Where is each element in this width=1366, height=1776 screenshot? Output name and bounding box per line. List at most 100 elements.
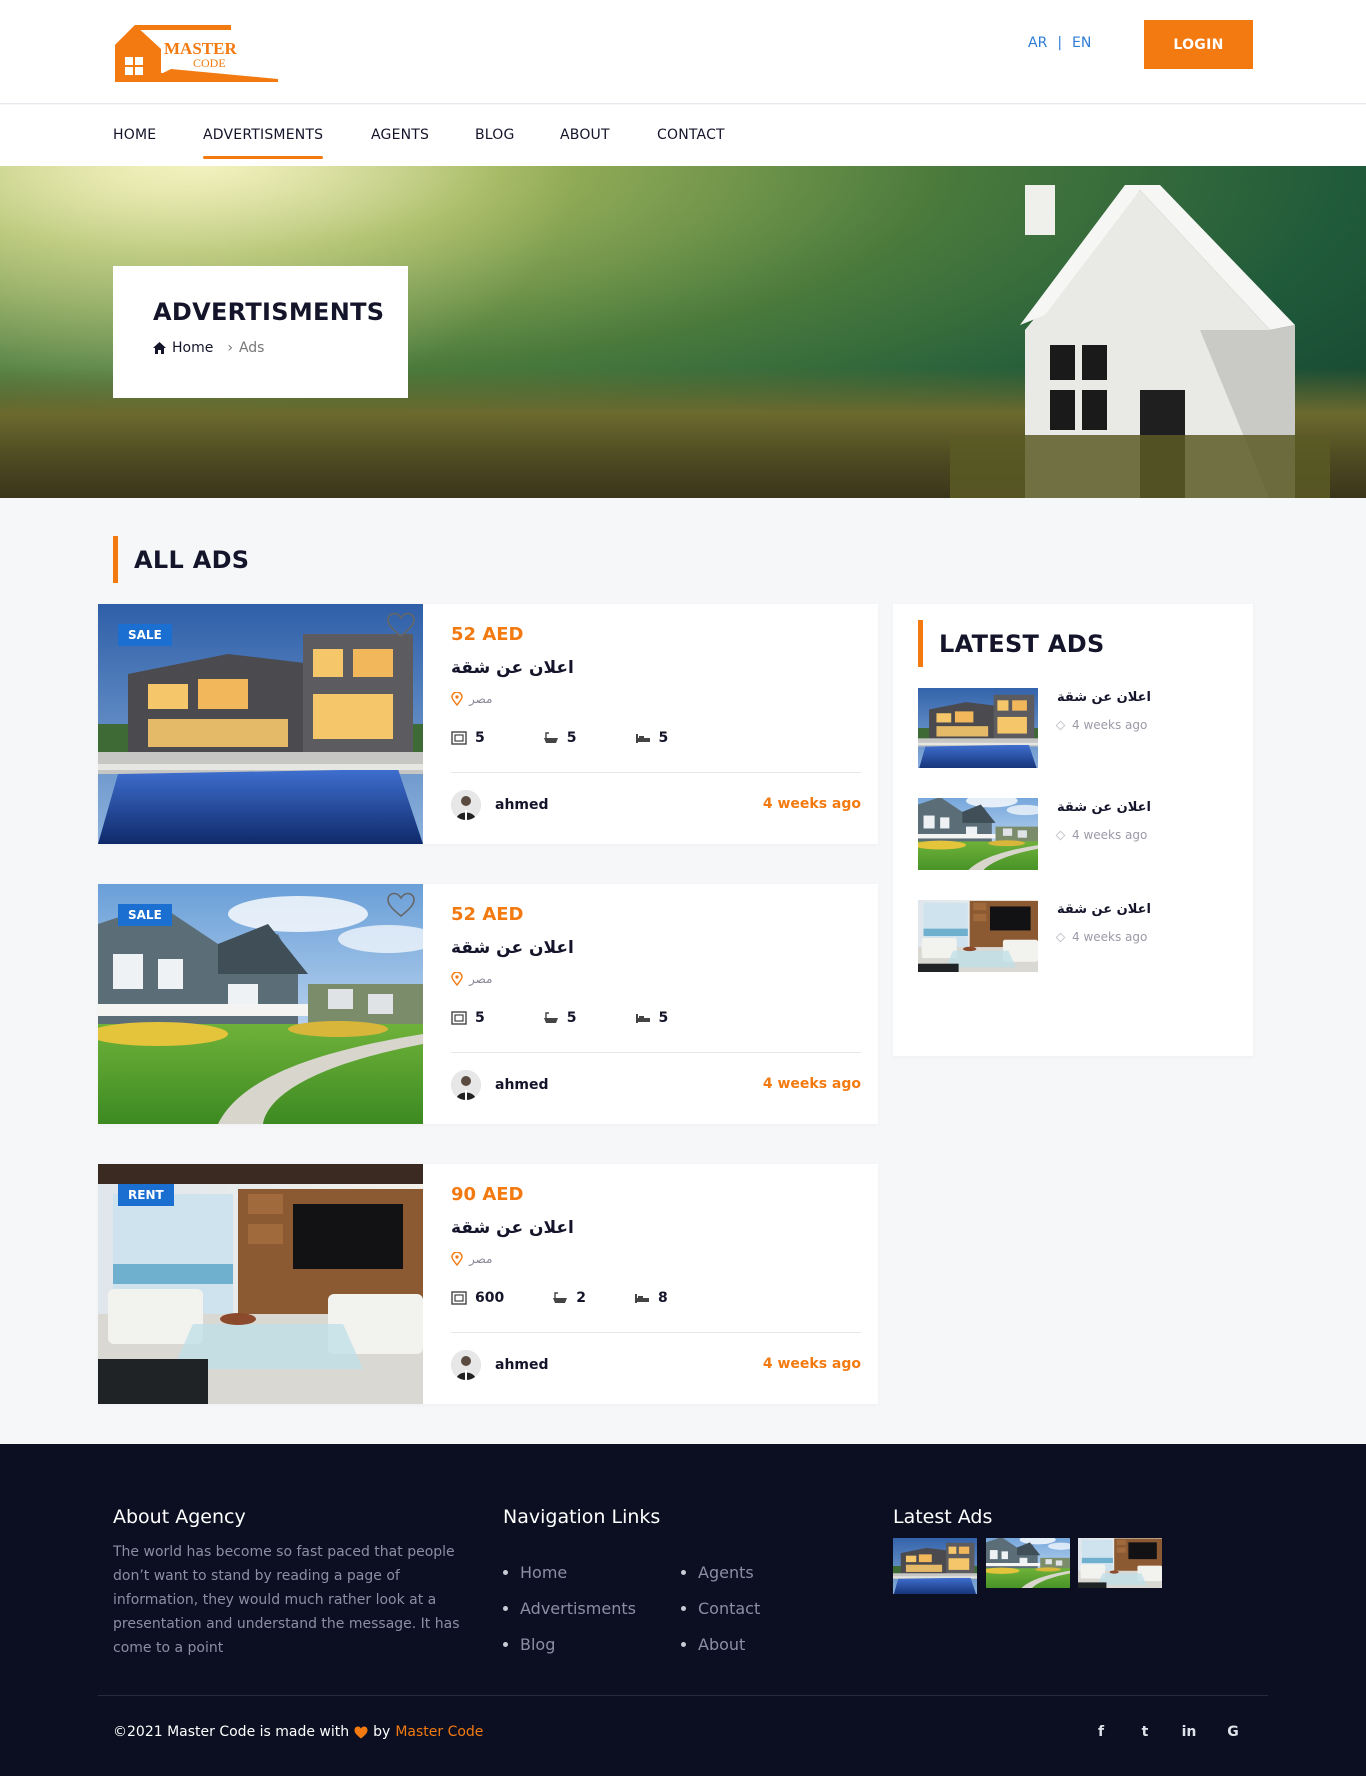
lang-en-link[interactable]: EN xyxy=(1072,35,1091,51)
latest-ad-item[interactable]: اعلان عن شقة 4 weeks ago xyxy=(918,798,1238,878)
google-icon[interactable]: G xyxy=(1224,1723,1242,1741)
lang-separator: | xyxy=(1057,35,1063,51)
area-icon xyxy=(451,731,467,745)
latest-ad-time-text: 4 weeks ago xyxy=(1072,718,1148,732)
footer-nav-col2: Agents Contact About xyxy=(681,1554,760,1662)
feature-area-value: 5 xyxy=(475,1010,485,1026)
bed-icon xyxy=(634,1294,649,1303)
latest-ad-time: 4 weeks ago xyxy=(1055,718,1148,732)
agent-name[interactable]: ahmed xyxy=(495,797,549,813)
latest-ad-thumb[interactable] xyxy=(918,900,1038,972)
main-nav: HOME ADVERTISMENTS AGENTS BLOG ABOUT CON… xyxy=(0,105,1366,166)
ad-photo[interactable]: SALE xyxy=(98,604,423,844)
footer-link-advertisments[interactable]: Advertisments xyxy=(503,1590,636,1626)
latest-ad-thumb[interactable] xyxy=(918,798,1038,870)
ad-location: مصر xyxy=(451,692,492,706)
nav-agents[interactable]: AGENTS xyxy=(371,127,429,143)
latest-ad-title[interactable]: اعلان عن شقة xyxy=(1057,800,1151,815)
footer-link-home[interactable]: Home xyxy=(503,1554,636,1590)
avatar xyxy=(451,790,481,820)
nav-contact[interactable]: CONTACT xyxy=(657,127,725,143)
ad-photo[interactable]: RENT xyxy=(98,1164,423,1404)
copyright: ©2021 Master Code is made with by Master… xyxy=(113,1724,483,1740)
feature-baths-value: 5 xyxy=(566,730,577,746)
clock-icon xyxy=(1055,932,1066,942)
footer-latest-thumb[interactable] xyxy=(1078,1538,1162,1588)
chevron-right-icon: › xyxy=(227,340,233,356)
twitter-icon[interactable]: t xyxy=(1136,1723,1154,1741)
footer-latest-thumb[interactable] xyxy=(893,1538,977,1594)
latest-ad-item[interactable]: اعلان عن شقة 4 weeks ago xyxy=(918,900,1238,980)
bathtub-icon xyxy=(553,1292,568,1303)
map-pin-icon xyxy=(451,972,463,986)
heart-icon[interactable] xyxy=(387,892,415,918)
language-switcher: AR | EN xyxy=(1028,35,1091,51)
login-button[interactable]: LOGIN xyxy=(1144,20,1253,69)
ad-title[interactable]: اعلان عن شقة xyxy=(451,658,574,678)
footer-nav-title: Navigation Links xyxy=(503,1506,661,1528)
ad-agent[interactable]: ahmed xyxy=(451,1070,549,1100)
feature-baths: 5 xyxy=(543,1010,577,1026)
ad-title[interactable]: اعلان عن شقة xyxy=(451,1218,574,1238)
ad-agent[interactable]: ahmed xyxy=(451,790,549,820)
ad-photo[interactable]: SALE xyxy=(98,884,423,1124)
latest-ad-time-text: 4 weeks ago xyxy=(1072,930,1148,944)
lang-ar-link[interactable]: AR xyxy=(1028,35,1047,51)
agent-name[interactable]: ahmed xyxy=(495,1077,549,1093)
feature-beds-value: 5 xyxy=(658,730,669,746)
footer-link-blog[interactable]: Blog xyxy=(503,1626,636,1662)
footer-latest-thumb[interactable] xyxy=(986,1538,1070,1588)
latest-ad-title[interactable]: اعلان عن شقة xyxy=(1057,690,1151,705)
footer-nav-col1: Home Advertisments Blog xyxy=(503,1554,636,1662)
nav-blog[interactable]: BLOG xyxy=(475,127,515,143)
ad-card[interactable]: SALE 52 AED اعلان عن شقة مصر 5 5 5 ahmed… xyxy=(98,604,878,844)
ad-title[interactable]: اعلان عن شقة xyxy=(451,938,574,958)
latest-ad-item[interactable]: اعلان عن شقة 4 weeks ago xyxy=(918,688,1238,768)
latest-ad-thumb[interactable] xyxy=(918,688,1038,768)
hero-house-image xyxy=(950,185,1330,498)
footer-link-about[interactable]: About xyxy=(681,1626,760,1662)
breadcrumb-current: Ads xyxy=(238,340,265,356)
feature-beds: 5 xyxy=(635,1010,668,1026)
ad-card[interactable]: SALE 52 AED اعلان عن شقة مصر 5 5 5 ahmed… xyxy=(98,884,878,1124)
feature-beds-value: 8 xyxy=(657,1290,668,1306)
footer-divider xyxy=(98,1695,1268,1696)
ad-details: 52 AED اعلان عن شقة مصر 5 5 5 ahmed 4 we… xyxy=(451,604,861,844)
feature-area: 5 xyxy=(451,730,485,746)
clock-icon xyxy=(1055,720,1066,730)
copyright-brand-link[interactable]: Master Code xyxy=(395,1724,483,1740)
site-logo[interactable]: MASTER CODE xyxy=(113,21,278,83)
heart-icon xyxy=(354,1726,368,1738)
feature-beds: 8 xyxy=(634,1290,668,1306)
nav-advertisments[interactable]: ADVERTISMENTS xyxy=(203,127,324,159)
footer-about-title: About Agency xyxy=(113,1506,246,1528)
nav-about[interactable]: ABOUT xyxy=(560,127,610,143)
page-hero-banner: ADVERTISMENTS Home › Ads xyxy=(0,166,1366,498)
feature-area: 600 xyxy=(451,1290,504,1306)
ad-location: مصر xyxy=(451,972,492,986)
agent-name[interactable]: ahmed xyxy=(495,1357,549,1373)
footer-link-agents[interactable]: Agents xyxy=(681,1554,760,1590)
logo-text-code: CODE xyxy=(193,56,226,70)
site-footer: About Agency The world has become so fas… xyxy=(0,1444,1366,1776)
top-header: MASTER CODE AR | EN LOGIN xyxy=(0,0,1366,104)
heart-icon[interactable] xyxy=(387,612,415,638)
status-badge: SALE xyxy=(118,624,172,646)
copyright-by: by xyxy=(373,1724,391,1740)
latest-ad-title[interactable]: اعلان عن شقة xyxy=(1057,902,1151,917)
ad-card[interactable]: RENT 90 AED اعلان عن شقة مصر 600 2 8 ahm… xyxy=(98,1164,878,1404)
nav-home[interactable]: HOME xyxy=(113,127,156,143)
page-title: ADVERTISMENTS xyxy=(153,298,385,326)
breadcrumb-home-link[interactable]: Home xyxy=(172,340,213,356)
latest-ad-time: 4 weeks ago xyxy=(1055,930,1148,944)
ad-agent[interactable]: ahmed xyxy=(451,1350,549,1380)
linkedin-icon[interactable]: in xyxy=(1180,1723,1198,1741)
breadcrumb: Home › Ads xyxy=(153,340,368,356)
footer-link-contact[interactable]: Contact xyxy=(681,1590,760,1626)
card-divider xyxy=(451,772,861,773)
facebook-icon[interactable]: f xyxy=(1092,1723,1110,1741)
footer-latest-title: Latest Ads xyxy=(893,1506,993,1528)
page-title-card: ADVERTISMENTS Home › Ads xyxy=(113,266,408,398)
feature-area-value: 600 xyxy=(475,1290,505,1306)
status-badge: RENT xyxy=(118,1184,174,1206)
